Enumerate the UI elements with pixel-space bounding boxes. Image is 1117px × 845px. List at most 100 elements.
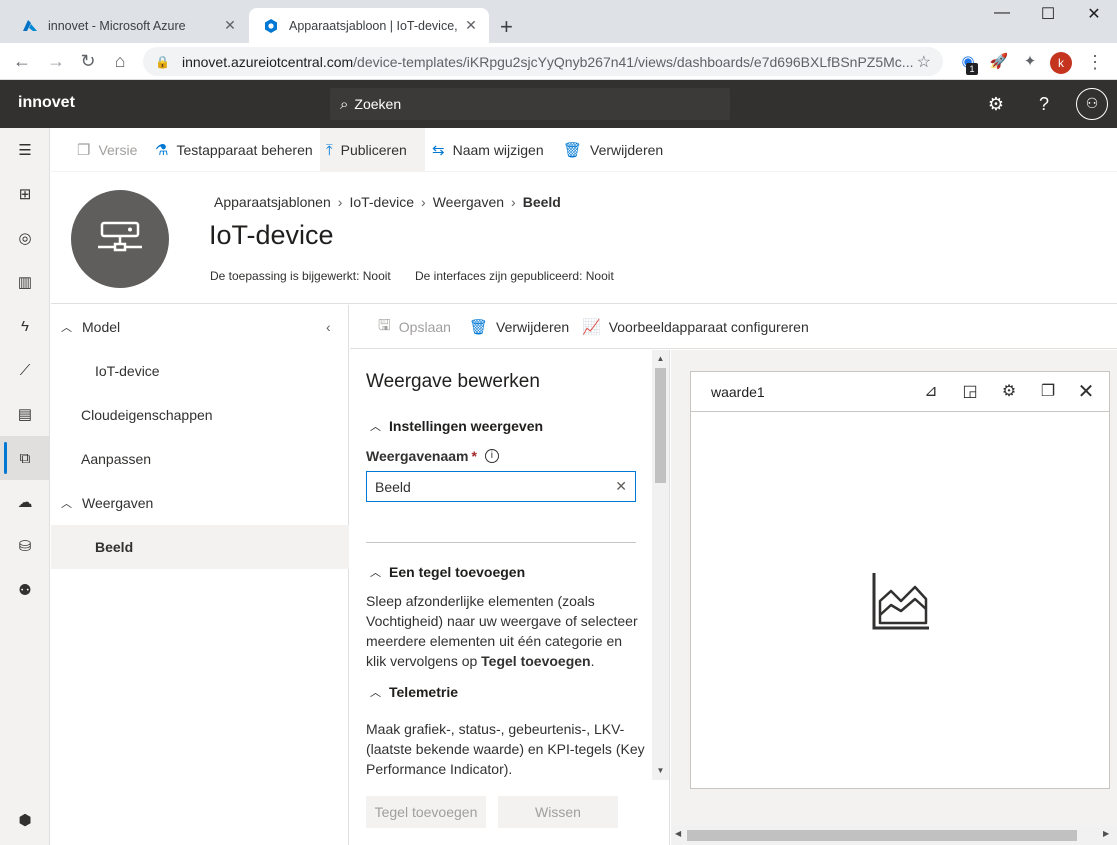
breadcrumb-item[interactable]: IoT-device <box>349 194 414 210</box>
data-export-icon[interactable]: ☁ <box>0 480 50 524</box>
scrollbar-thumb[interactable] <box>687 830 1077 841</box>
app-name[interactable]: innovet <box>18 94 75 112</box>
nav-customize[interactable]: Aanpassen <box>51 437 349 481</box>
nav-cloud-properties[interactable]: Cloudeigenschappen <box>51 393 349 437</box>
nav-model-label: Model <box>82 319 121 335</box>
bookmark-star-icon[interactable]: ☆ <box>917 52 931 72</box>
hamburger-menu-icon[interactable]: ☰ <box>0 128 50 172</box>
jobs-icon[interactable]: ▤ <box>0 392 50 436</box>
browser-tab-device-template[interactable]: Apparaatsjabloon | IoT-device, in ✕ <box>249 8 489 43</box>
settings-section-header[interactable]: ︿ Instellingen weergeven <box>370 418 543 434</box>
account-icon[interactable]: ⚇ <box>1076 88 1108 120</box>
info-icon[interactable]: i <box>484 449 499 463</box>
save-label: Opslaan <box>398 319 451 335</box>
window-close-icon[interactable]: ✕ <box>1071 4 1117 24</box>
add-tile-section-header[interactable]: ︿ Een tegel toevoegen <box>370 564 525 580</box>
telemetry-section-label: Telemetrie <box>389 684 458 700</box>
home-icon[interactable]: ⌂ <box>108 49 132 73</box>
interface-publish-status: De interfaces zijn gepubliceerd: Nooit <box>415 269 614 283</box>
settings-section-label: Instellingen weergeven <box>389 418 544 434</box>
chevron-up-icon: ︿ <box>61 322 72 334</box>
rename-button[interactable]: ⇆ Naam wijzigen <box>426 128 550 172</box>
duplicate-icon[interactable]: ❐ <box>1037 381 1059 403</box>
iot-central-logo-icon[interactable]: ⬢ <box>0 798 50 842</box>
delete-view-button[interactable]: 🗑 Verwijderen <box>463 305 575 349</box>
chevron-up-icon: ︿ <box>370 421 381 433</box>
tile-settings-gear-icon[interactable]: ⚙ <box>998 381 1020 403</box>
device-templates-icon[interactable]: ⧉ <box>0 436 50 480</box>
breadcrumb-item[interactable]: Apparaatsjablonen <box>214 194 331 210</box>
puzzle-icon[interactable]: ✦ <box>1019 51 1041 73</box>
azure-icon <box>23 19 37 31</box>
chart-tile[interactable]: waarde1 ⊿ ◲ ⚙ ❐ ✕ <box>690 371 1110 789</box>
close-icon[interactable]: ✕ <box>222 17 238 34</box>
clear-icon[interactable]: ✕ <box>615 478 627 495</box>
view-name-label: Weergavenaam * i <box>366 448 499 464</box>
nav-model[interactable]: ︿ Model <box>51 305 349 349</box>
maximize-icon[interactable]: ☐ <box>1025 4 1071 24</box>
menu-dots-icon[interactable]: ⋮ <box>1084 51 1106 73</box>
nav-view-beeld[interactable]: Beeld <box>51 525 349 569</box>
clear-button[interactable]: Wissen <box>498 796 618 828</box>
close-icon[interactable]: ✕ <box>1075 381 1097 403</box>
help-icon[interactable]: ? <box>1032 92 1056 116</box>
chevron-right-icon: › <box>337 194 343 210</box>
scroll-down-icon[interactable]: ▼ <box>652 766 669 775</box>
view-command-bar: 🖫 Opslaan 🗑 Verwijderen 📈 Voorbeeldappar… <box>350 305 1117 349</box>
view-name-input[interactable] <box>375 478 616 495</box>
address-bar[interactable]: 🔒 innovet.azureiotcentral.com /device-te… <box>143 47 943 76</box>
delete-button[interactable]: 🗑 Verwijderen <box>557 128 669 172</box>
command-bar: ❐ Versie ⚗ Testapparaat beheren ⤒ Public… <box>51 128 1117 172</box>
database-icon[interactable]: ⛁ <box>0 524 50 568</box>
canvas-horizontal-scrollbar[interactable]: ◀ ▶ <box>671 826 1117 845</box>
profile-avatar[interactable]: k <box>1050 52 1072 74</box>
rocket-icon[interactable]: 🚀 <box>988 51 1010 73</box>
tile-size-icon[interactable]: ◲ <box>959 381 981 403</box>
breadcrumb-item[interactable]: Weergaven <box>433 194 504 210</box>
required-asterisk: * <box>471 448 477 464</box>
add-tile-text-bold: Tegel toevoegen <box>481 653 591 669</box>
nav-views-label: Weergaven <box>82 495 154 511</box>
visualization-icon[interactable]: ⊿ <box>920 381 942 403</box>
minimize-icon[interactable]: — <box>979 4 1025 22</box>
version-button[interactable]: ❐ Versie <box>71 128 143 172</box>
url-path: /device-templates/iKRpgu2sjcYyQnyb267n41… <box>353 53 914 70</box>
users-icon[interactable]: ⚉ <box>0 568 50 612</box>
close-icon[interactable]: ✕ <box>463 17 479 34</box>
search-icon: ⌕ <box>340 95 349 113</box>
new-tab-icon[interactable]: + <box>500 14 513 40</box>
add-tile-button[interactable]: Tegel toevoegen <box>366 796 486 828</box>
device-template-avatar <box>71 190 169 288</box>
device-groups-icon[interactable]: ▥ <box>0 260 50 304</box>
section-divider <box>366 542 636 543</box>
publish-icon: ⤒ <box>326 141 333 159</box>
analytics-icon[interactable]: ⟋ <box>0 348 50 392</box>
settings-gear-icon[interactable]: ⚙ <box>984 92 1008 116</box>
telemetry-description: Maak grafiek-, status-, gebeurtenis-, LK… <box>366 721 645 777</box>
scrollbar-thumb[interactable] <box>655 368 666 483</box>
nav-views[interactable]: ︿ Weergaven <box>51 481 349 525</box>
collapse-panel-icon[interactable]: ‹ <box>326 319 331 335</box>
reload-icon[interactable]: ↻ <box>76 49 100 73</box>
configure-sample-device-button[interactable]: 📈 Voorbeeldapparaat configureren <box>576 305 815 349</box>
telemetry-section-header[interactable]: ︿ Telemetrie <box>370 684 458 700</box>
dashboard-icon[interactable]: ⊞ <box>0 172 50 216</box>
tile-header: waarde1 ⊿ ◲ ⚙ ❐ ✕ <box>691 372 1109 412</box>
rules-icon[interactable]: ϟ <box>0 304 50 348</box>
edit-panel-scrollbar[interactable]: ▲ ▼ <box>652 350 669 780</box>
scroll-left-icon[interactable]: ◀ <box>675 829 681 838</box>
test-device-button[interactable]: ⚗ Testapparaat beheren <box>149 128 319 172</box>
scroll-up-icon[interactable]: ▲ <box>652 354 669 363</box>
view-name-field[interactable]: ✕ <box>366 471 636 502</box>
search-input[interactable]: ⌕ Zoeken <box>330 88 730 120</box>
forward-icon[interactable]: → <box>44 49 68 73</box>
browser-tab-azure[interactable]: innovet - Microsoft Azure ✕ <box>8 8 248 43</box>
save-button[interactable]: 🖫 Opslaan <box>372 305 457 349</box>
chart-icon: 📈 <box>582 319 601 336</box>
back-icon[interactable]: ← <box>10 49 34 73</box>
publish-button[interactable]: ⤒ Publiceren <box>320 128 425 172</box>
nav-iot-device[interactable]: IoT-device <box>51 349 349 393</box>
devices-icon[interactable]: ◎ <box>0 216 50 260</box>
scroll-right-icon[interactable]: ▶ <box>1103 829 1109 838</box>
rename-icon: ⇆ <box>432 142 445 159</box>
